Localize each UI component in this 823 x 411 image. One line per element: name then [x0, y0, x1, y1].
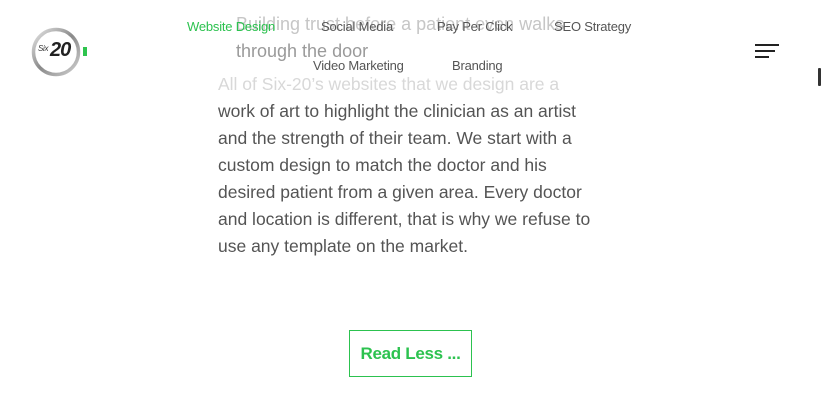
paragraph-line: All of Six-20’s websites that we design … [218, 74, 560, 94]
hamburger-menu-icon[interactable] [755, 44, 779, 60]
nav-seo-strategy[interactable]: SEO Strategy [554, 19, 631, 34]
paragraph-line: desired patient from a given area. Every… [218, 182, 582, 202]
page: Building trust before a patient even wal… [0, 0, 823, 411]
description-paragraph: All of Six-20’s websites that we design … [218, 71, 613, 260]
read-less-button[interactable]: Read Less ... [349, 330, 472, 377]
logo-text-big: 20 [50, 39, 71, 61]
section-heading-line-2: through the door [236, 41, 369, 61]
paragraph-line: and location is different, that is why w… [218, 209, 591, 229]
paragraph-line: and the strength of their team. We start… [218, 128, 572, 148]
paragraph-line: use any template on the market. [218, 236, 468, 256]
hamburger-line [755, 44, 779, 46]
hamburger-line [755, 56, 769, 58]
section-heading: Building trust before a patient even wal… [236, 11, 596, 65]
paragraph-line: custom design to match the doctor and hi… [218, 155, 547, 175]
nav-website-design[interactable]: Website Design [187, 19, 275, 34]
logo-battery-icon [83, 47, 87, 56]
scrollbar-thumb[interactable] [818, 68, 821, 86]
hamburger-line [755, 50, 775, 52]
six20-logo[interactable]: Six 20 [31, 27, 89, 77]
paragraph-line: work of art to highlight the clinician a… [218, 101, 576, 121]
nav-social-media[interactable]: Social Media [321, 19, 393, 34]
nav-pay-per-click[interactable]: Pay Per Click [437, 19, 513, 34]
section-heading-line-1: Building trust before a patient even wal… [236, 14, 565, 34]
logo-text-small: Six [38, 44, 49, 53]
